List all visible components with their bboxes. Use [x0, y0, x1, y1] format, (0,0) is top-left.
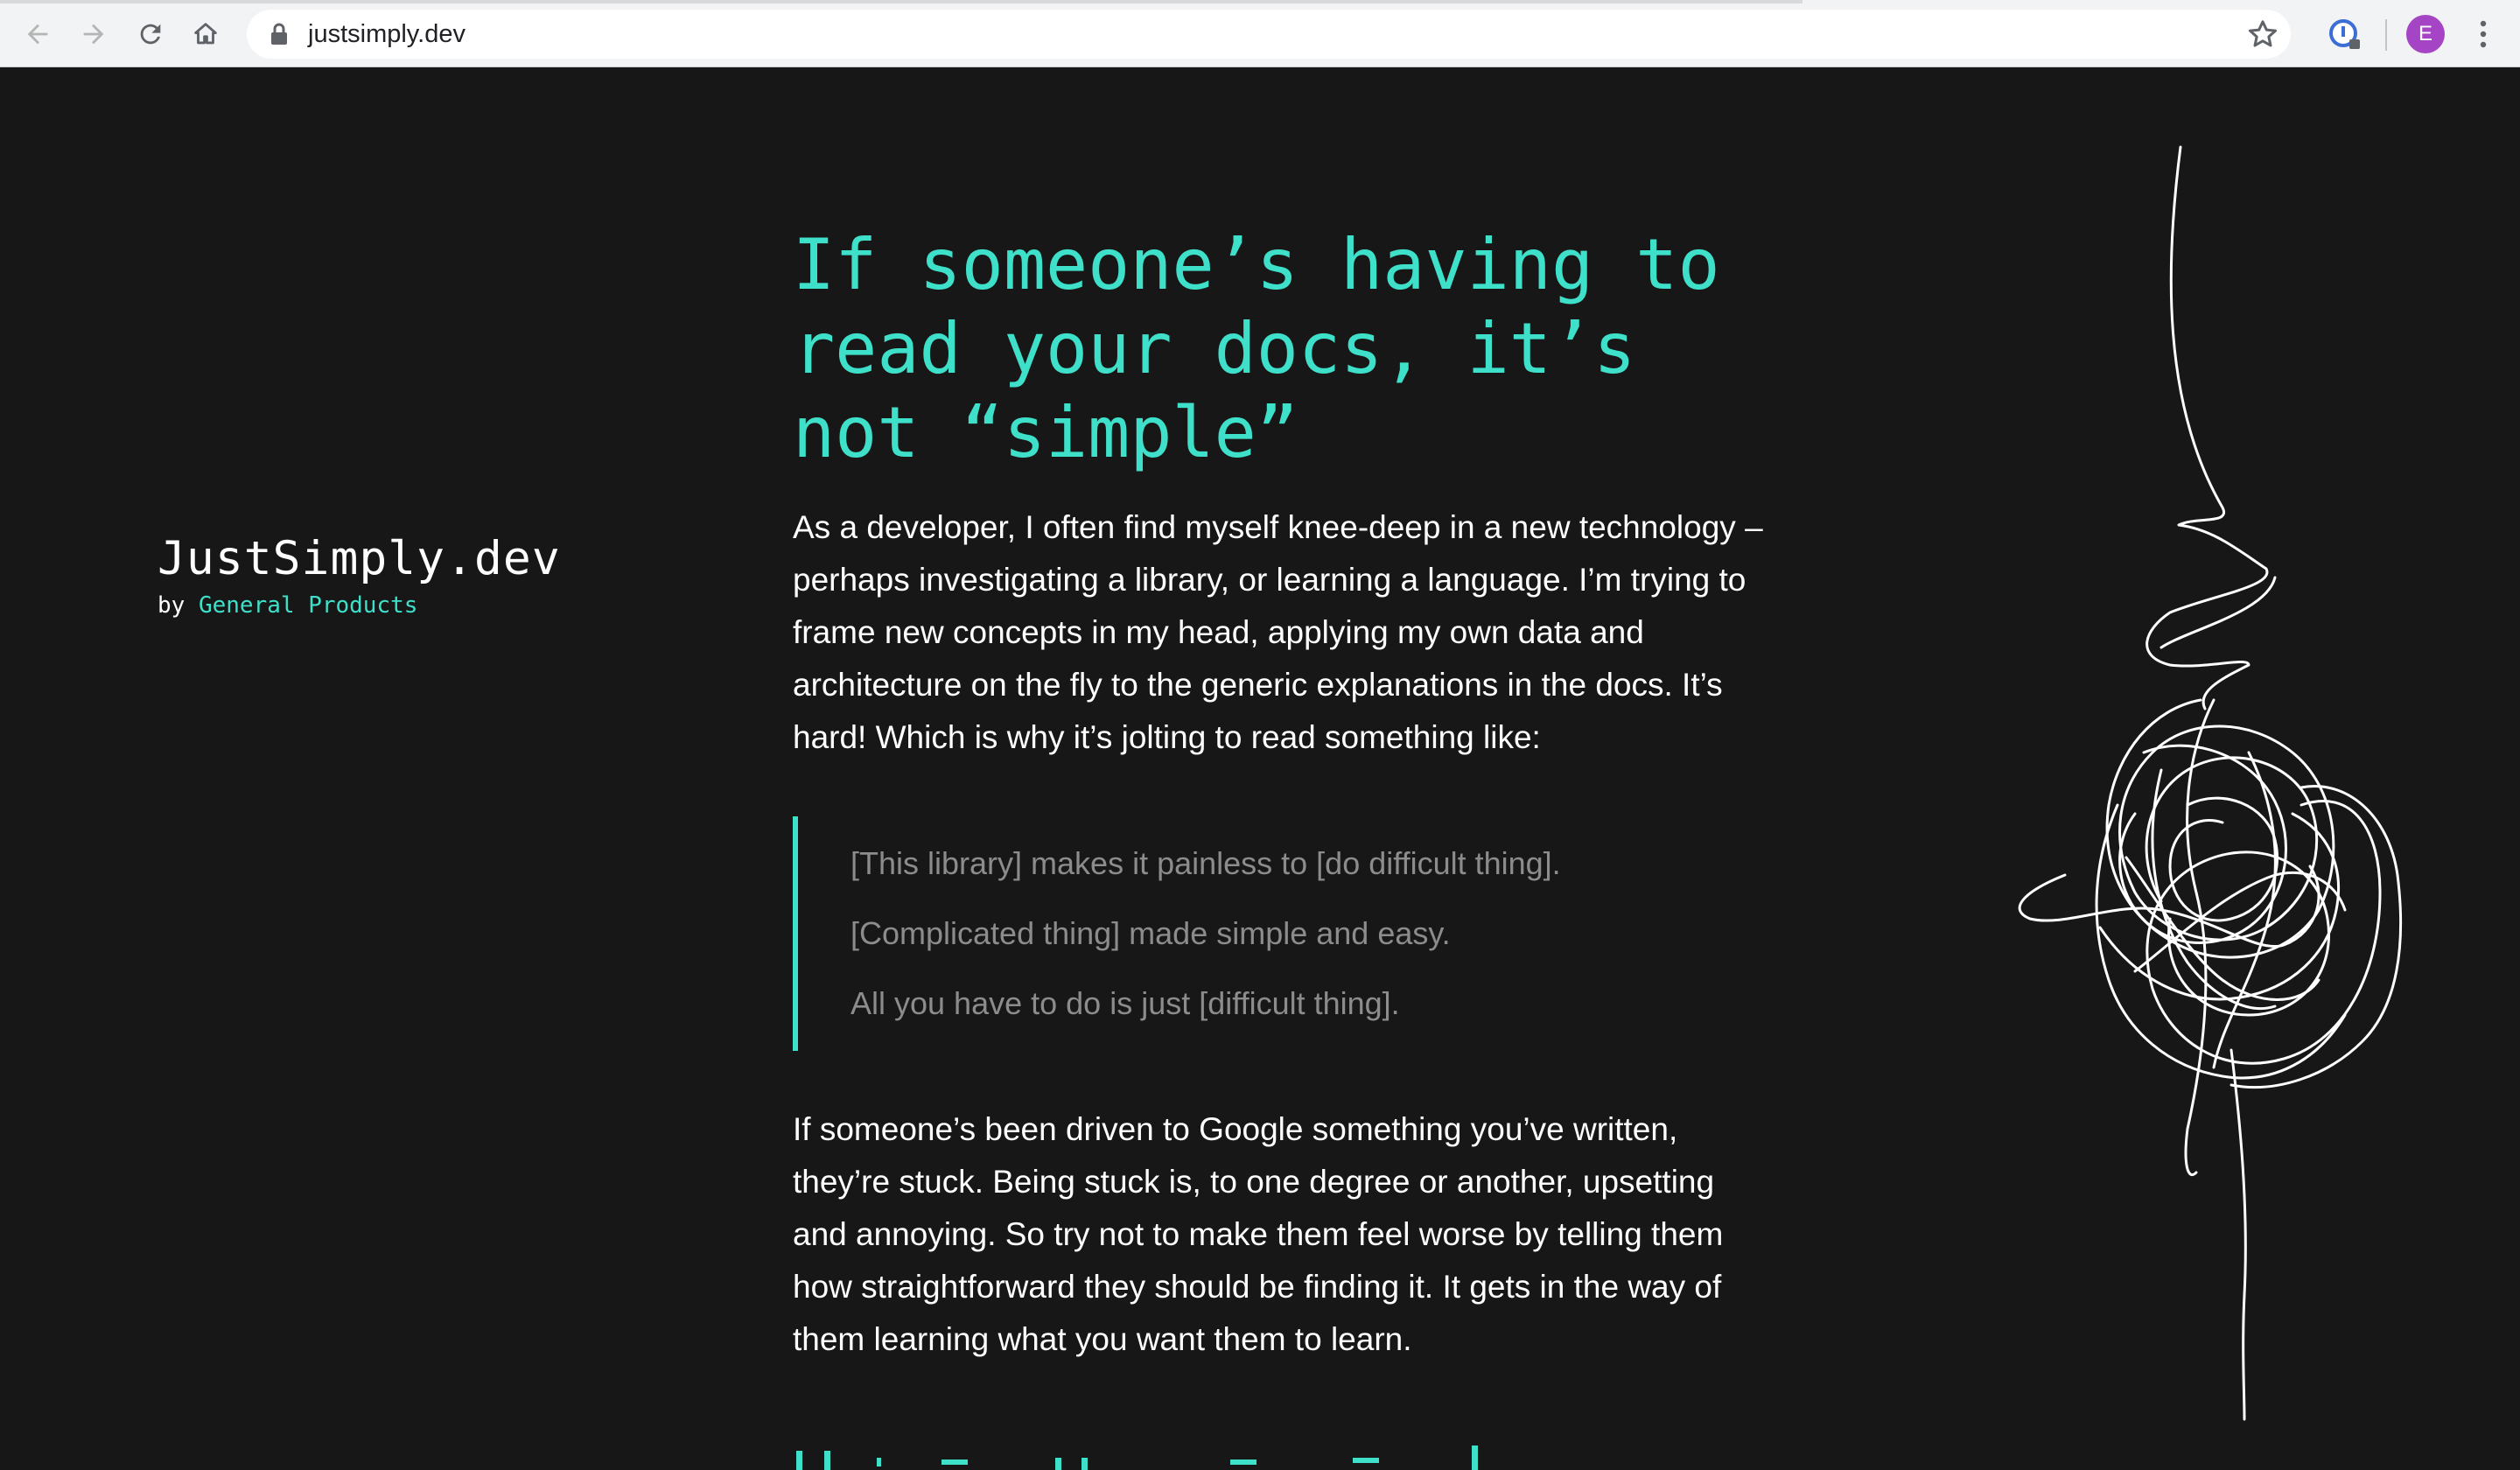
tab-strip-edge — [0, 0, 1802, 4]
body-paragraph: If someone’s been driven to Google somet… — [793, 1111, 1724, 1357]
quote-line: [Complicated thing] made simple and easy… — [850, 915, 1451, 951]
intro-paragraph: As a developer, I often find myself knee… — [793, 509, 1763, 755]
url-text[interactable]: justsimply.dev — [308, 20, 466, 49]
address-bar[interactable]: justsimply.dev — [247, 10, 2291, 59]
toolbar-separator — [2385, 19, 2387, 51]
star-icon[interactable] — [2245, 17, 2280, 52]
arrow-right-icon — [83, 24, 104, 45]
profile-avatar[interactable]: E — [2406, 15, 2445, 53]
quote-line: [This library] makes it painless to [do … — [850, 845, 1561, 881]
example-quotes: [This library] makes it painless to [do … — [793, 816, 1773, 1051]
reload-icon — [140, 24, 161, 45]
browser-toolbar: justsimply.dev E — [0, 0, 2520, 67]
byline: by General Products — [158, 589, 561, 622]
arrow-left-icon — [27, 24, 48, 45]
tangled-line-illustration — [2018, 145, 2403, 1421]
next-section-heading-cropped — [793, 1435, 1773, 1470]
home-button[interactable] — [186, 14, 226, 54]
cropped-heading-glyphs — [796, 1446, 1478, 1470]
author-link[interactable]: General Products — [199, 592, 417, 619]
article: If someone’s having to read your docs, i… — [793, 223, 1773, 1366]
article-headline: If someone’s having to read your docs, i… — [793, 224, 1720, 473]
byline-prefix: by — [158, 592, 199, 619]
site-title[interactable]: JustSimply.dev — [158, 529, 561, 589]
extension-icon[interactable] — [2328, 18, 2362, 52]
quote-line: All you have to do is just [difficult th… — [850, 985, 1400, 1021]
site-brand: JustSimply.dev by General Products — [158, 529, 561, 622]
reload-button[interactable] — [130, 14, 171, 54]
lock-icon — [271, 23, 287, 45]
back-button[interactable] — [18, 14, 58, 54]
forward-button[interactable] — [74, 14, 114, 54]
home-icon — [194, 23, 217, 45]
vertical-ellipsis-icon[interactable] — [2468, 16, 2499, 52]
